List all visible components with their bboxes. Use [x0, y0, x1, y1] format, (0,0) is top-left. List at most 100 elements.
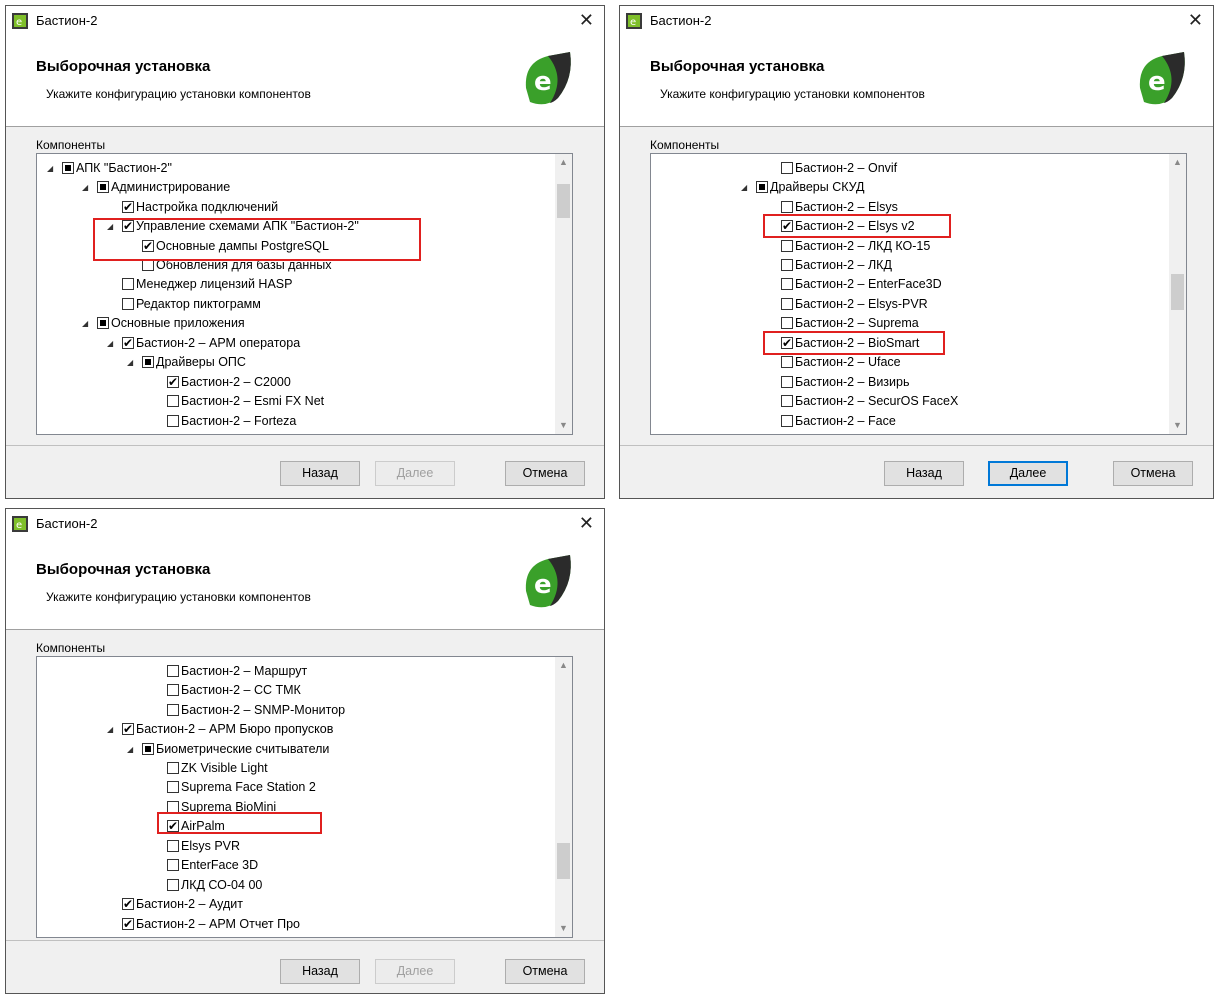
- checkbox[interactable]: [167, 395, 179, 407]
- scroll-thumb[interactable]: [557, 184, 570, 218]
- tree-item[interactable]: Бастион-2 – ЛКД КО-15: [781, 237, 930, 256]
- scroll-down-icon[interactable]: ▼: [555, 920, 572, 937]
- expand-arrow-icon[interactable]: ◢: [127, 740, 133, 759]
- checkbox[interactable]: [781, 201, 793, 213]
- tree-item[interactable]: ЛКД СО-04 00: [167, 876, 262, 895]
- checkbox[interactable]: [167, 704, 179, 716]
- checkbox[interactable]: [142, 743, 154, 755]
- tree-item[interactable]: Бастион-2 – Маршрут: [167, 662, 307, 681]
- checkbox[interactable]: [167, 840, 179, 852]
- tree-item[interactable]: Бастион-2 – Forteza: [167, 412, 296, 431]
- checkbox[interactable]: [122, 198, 134, 216]
- scroll-up-icon[interactable]: ▲: [555, 154, 572, 171]
- checkbox[interactable]: [756, 181, 768, 193]
- expand-arrow-icon[interactable]: ◢: [47, 159, 53, 178]
- checkbox[interactable]: [781, 317, 793, 329]
- expand-arrow-icon[interactable]: ◢: [82, 314, 88, 333]
- expand-arrow-icon[interactable]: ◢: [741, 178, 747, 197]
- tree-item[interactable]: Бастион-2 – SNMP-Монитор: [167, 701, 345, 720]
- tree-item[interactable]: ◢Бастион-2 – АРМ оператора: [107, 334, 300, 353]
- tree-item[interactable]: Бастион-2 – SecurOS FaceX: [781, 392, 958, 411]
- close-icon[interactable]: ✕: [579, 513, 594, 534]
- checkbox[interactable]: [97, 317, 109, 329]
- back-button[interactable]: Назад: [884, 461, 964, 486]
- tree-item[interactable]: ◢ Биометрические считыватели: [127, 740, 329, 759]
- vertical-scrollbar[interactable]: ▲ ▼: [555, 657, 572, 937]
- expand-arrow-icon[interactable]: ◢: [107, 334, 113, 353]
- scroll-up-icon[interactable]: ▲: [555, 657, 572, 674]
- tree-item[interactable]: Бастион-2 – АРМ Отчет Про: [122, 915, 300, 934]
- checkbox[interactable]: [167, 665, 179, 677]
- cancel-button[interactable]: Отмена: [505, 461, 585, 486]
- checkbox[interactable]: [122, 895, 134, 913]
- next-button[interactable]: Далее: [375, 461, 455, 486]
- checkbox[interactable]: [781, 395, 793, 407]
- checkbox[interactable]: [122, 298, 134, 310]
- tree-item[interactable]: Редактор пиктограмм: [122, 295, 261, 314]
- checkbox[interactable]: [122, 720, 134, 738]
- tree-item[interactable]: Бастион-2 – Аудит: [122, 895, 243, 914]
- tree-item[interactable]: Бастион-2 – Face: [781, 412, 896, 431]
- vertical-scrollbar[interactable]: ▲ ▼: [555, 154, 572, 434]
- checkbox[interactable]: [142, 356, 154, 368]
- tree-item[interactable]: ◢ Основные приложения: [82, 314, 245, 333]
- checkbox[interactable]: [167, 879, 179, 891]
- tree-item[interactable]: ◢Бастион-2 – АРМ Бюро пропусков: [107, 720, 333, 739]
- tree-item[interactable]: Elsys PVR: [167, 837, 240, 856]
- checkbox[interactable]: [167, 415, 179, 427]
- tree-item[interactable]: ◢ АПК "Бастион-2": [47, 159, 172, 178]
- expand-arrow-icon[interactable]: ◢: [107, 720, 113, 739]
- checkbox[interactable]: [781, 356, 793, 368]
- scroll-down-icon[interactable]: ▼: [555, 417, 572, 434]
- tree-item[interactable]: ◢ Администрирование: [82, 178, 230, 197]
- checkbox[interactable]: [781, 259, 793, 271]
- tree-item[interactable]: Бастион-2 – ЛКД: [781, 256, 892, 275]
- components-tree[interactable]: Бастион-2 – Onvif ◢ Драйверы СКУД Бастион…: [650, 153, 1187, 435]
- checkbox[interactable]: [97, 181, 109, 193]
- vertical-scrollbar[interactable]: ▲ ▼: [1169, 154, 1186, 434]
- checkbox[interactable]: [122, 334, 134, 352]
- scroll-down-icon[interactable]: ▼: [1169, 417, 1186, 434]
- checkbox[interactable]: [167, 781, 179, 793]
- tree-item[interactable]: Бастион-2 – Uface: [781, 353, 901, 372]
- checkbox[interactable]: [122, 915, 134, 933]
- close-icon[interactable]: ✕: [1188, 10, 1203, 31]
- tree-item[interactable]: ZK Visible Light: [167, 759, 268, 778]
- checkbox[interactable]: [167, 373, 179, 391]
- tree-item[interactable]: Бастион-2 – Onvif: [781, 159, 897, 178]
- checkbox[interactable]: [62, 162, 74, 174]
- cancel-button[interactable]: Отмена: [1113, 461, 1193, 486]
- components-tree[interactable]: ◢АПК "Бастион-2" ◢Администрирование Наст…: [36, 153, 573, 435]
- close-icon[interactable]: ✕: [579, 10, 594, 31]
- checkbox[interactable]: [781, 376, 793, 388]
- scroll-thumb[interactable]: [557, 843, 570, 879]
- tree-item[interactable]: ◢ Драйверы СКУД: [741, 178, 865, 197]
- tree-item[interactable]: Бастион-2 – Esmi FX Net: [167, 392, 324, 411]
- scroll-thumb[interactable]: [1171, 274, 1184, 310]
- tree-item[interactable]: EnterFace 3D: [167, 856, 258, 875]
- next-button[interactable]: Далее: [988, 461, 1068, 486]
- checkbox[interactable]: [167, 762, 179, 774]
- checkbox[interactable]: [122, 278, 134, 290]
- checkbox[interactable]: [781, 298, 793, 310]
- back-button[interactable]: Назад: [280, 461, 360, 486]
- scroll-up-icon[interactable]: ▲: [1169, 154, 1186, 171]
- checkbox[interactable]: [781, 240, 793, 252]
- checkbox[interactable]: [167, 859, 179, 871]
- back-button[interactable]: Назад: [280, 959, 360, 984]
- tree-item[interactable]: Suprema Face Station 2: [167, 778, 316, 797]
- tree-item[interactable]: Менеджер лицензий HASP: [122, 275, 292, 294]
- tree-item[interactable]: Бастион-2 – С2000: [167, 373, 291, 392]
- components-tree[interactable]: Бастион-2 – Маршрут Бастион-2 – СС ТМК Б…: [36, 656, 573, 938]
- expand-arrow-icon[interactable]: ◢: [82, 178, 88, 197]
- tree-item[interactable]: Настройка подключений: [122, 198, 278, 217]
- tree-item[interactable]: ◢ Драйверы ОПС: [127, 353, 246, 372]
- checkbox[interactable]: [781, 415, 793, 427]
- tree-item[interactable]: Бастион-2 – EnterFace3D: [781, 275, 942, 294]
- tree-item[interactable]: Бастион-2 – Elsys-PVR: [781, 295, 928, 314]
- next-button[interactable]: Далее: [375, 959, 455, 984]
- tree-item[interactable]: Бастион-2 – СС ТМК: [167, 681, 301, 700]
- cancel-button[interactable]: Отмена: [505, 959, 585, 984]
- checkbox[interactable]: [167, 684, 179, 696]
- checkbox[interactable]: [781, 162, 793, 174]
